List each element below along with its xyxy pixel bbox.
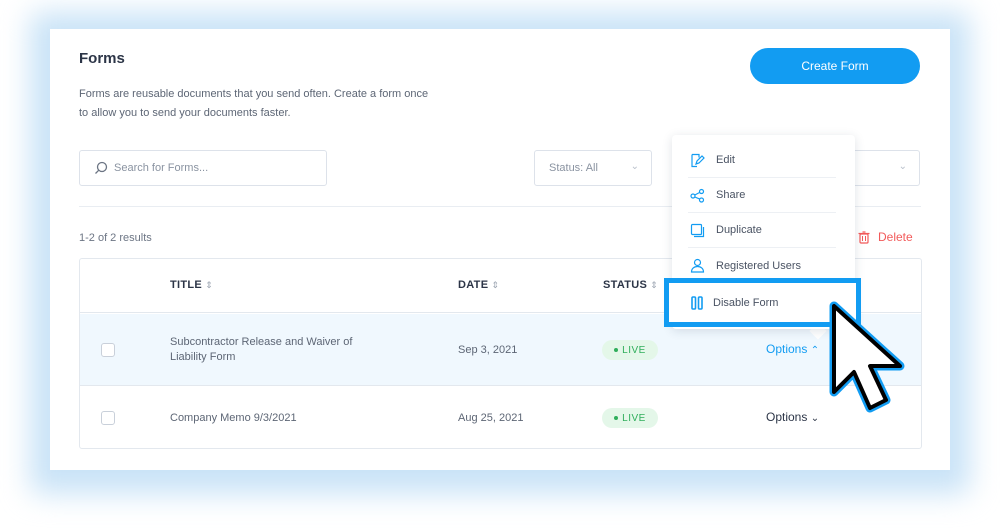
status-badge-label: LIVE bbox=[622, 344, 646, 356]
chevron-down-icon: ⌄ bbox=[898, 161, 907, 172]
search-icon bbox=[95, 161, 108, 174]
row-title: Subcontractor Release and Waiver of Liab… bbox=[170, 335, 352, 365]
row-title-line-1: Company Memo 9/3/2021 bbox=[170, 412, 297, 424]
menu-item-label: Disable Form bbox=[713, 296, 779, 309]
menu-item-label: Registered Users bbox=[716, 259, 801, 272]
share-icon bbox=[688, 186, 706, 204]
pause-icon bbox=[691, 295, 703, 310]
status-filter-select[interactable]: Status: All ⌄ bbox=[534, 150, 652, 186]
chevron-down-icon: ⌄ bbox=[810, 413, 820, 424]
column-header-status[interactable]: STATUS ⇕ bbox=[603, 279, 658, 291]
live-dot-icon bbox=[614, 348, 619, 352]
status-filter-value: Status: All bbox=[549, 162, 598, 174]
column-header-date[interactable]: DATE ⇕ bbox=[458, 279, 499, 291]
sort-icon: ⇕ bbox=[491, 280, 500, 290]
table-row[interactable]: Company Memo 9/3/2021 Aug 25, 2021 LIVE … bbox=[80, 387, 921, 448]
options-label: Options bbox=[766, 410, 808, 424]
options-button[interactable]: Options ⌄ bbox=[766, 410, 819, 424]
row-title-line-1: Subcontractor Release and Waiver of bbox=[170, 336, 353, 348]
options-label: Options bbox=[766, 342, 808, 356]
duplicate-icon bbox=[688, 221, 706, 239]
column-date-label: DATE bbox=[458, 279, 489, 291]
row-checkbox[interactable] bbox=[101, 411, 115, 425]
results-count: 1-2 of 2 results bbox=[79, 232, 152, 244]
sort-icon: ⇕ bbox=[650, 280, 659, 290]
sort-icon: ⇕ bbox=[205, 280, 213, 290]
status-badge: LIVE bbox=[602, 340, 658, 360]
options-button[interactable]: Options ⌃ bbox=[766, 342, 819, 356]
menu-item-duplicate[interactable]: Duplicate bbox=[688, 213, 836, 248]
delete-label: Delete bbox=[878, 230, 913, 244]
page-title: Forms bbox=[79, 50, 125, 67]
menu-item-share[interactable]: Share bbox=[688, 178, 836, 213]
page-description: Forms are reusable documents that you se… bbox=[79, 85, 479, 123]
row-date: Aug 25, 2021 bbox=[458, 412, 524, 424]
menu-item-label: Duplicate bbox=[716, 224, 762, 236]
column-header-title[interactable]: TITLE ⇕ bbox=[170, 279, 213, 291]
description-line-2: to allow you to send your documents fast… bbox=[79, 107, 291, 119]
column-status-label: STATUS bbox=[603, 279, 648, 291]
live-dot-icon bbox=[614, 416, 619, 420]
menu-item-edit[interactable]: Edit bbox=[688, 143, 836, 178]
row-date: Sep 3, 2021 bbox=[458, 344, 518, 356]
user-icon bbox=[688, 257, 706, 275]
pointer-cursor-icon bbox=[829, 301, 905, 413]
search-input[interactable]: Search for Forms... bbox=[79, 150, 327, 186]
chevron-down-icon: ⌄ bbox=[630, 161, 639, 172]
column-title-label: TITLE bbox=[170, 279, 203, 291]
chevron-up-icon: ⌃ bbox=[810, 345, 820, 356]
row-title: Company Memo 9/3/2021 bbox=[170, 411, 297, 426]
trash-icon bbox=[858, 230, 870, 244]
row-title-line-2: Liability Form bbox=[170, 351, 236, 363]
row-checkbox[interactable] bbox=[101, 343, 115, 357]
menu-item-label: Share bbox=[716, 189, 746, 201]
menu-item-label: Edit bbox=[716, 154, 735, 166]
create-form-button[interactable]: Create Form bbox=[750, 48, 920, 84]
status-badge-label: LIVE bbox=[622, 412, 646, 424]
edit-icon bbox=[688, 151, 706, 169]
status-badge: LIVE bbox=[602, 408, 658, 428]
secondary-filter-select[interactable]: ⌄ bbox=[850, 150, 920, 186]
delete-button[interactable]: Delete bbox=[858, 230, 913, 244]
description-line-1: Forms are reusable documents that you se… bbox=[79, 88, 429, 100]
search-placeholder: Search for Forms... bbox=[114, 162, 209, 174]
